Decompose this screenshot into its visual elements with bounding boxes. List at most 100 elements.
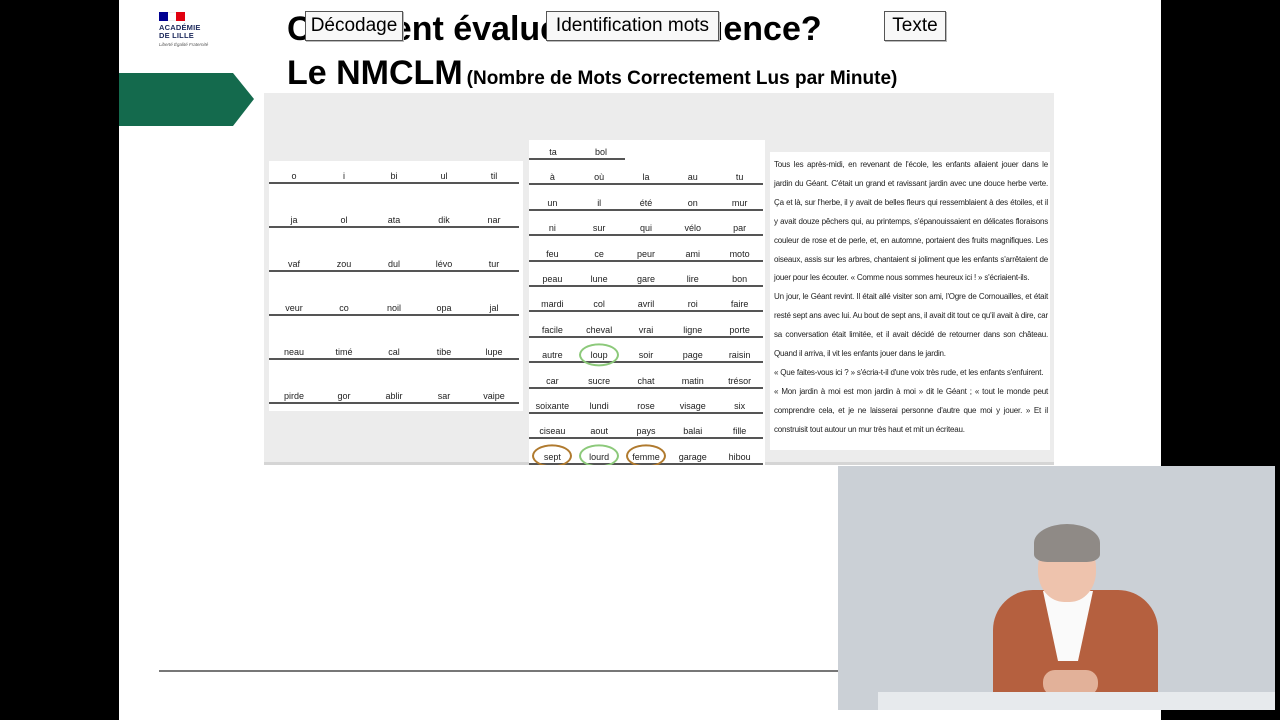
decodage-word: dik [438,215,450,225]
decodage-word: dul [387,259,400,269]
decodage-word: til [490,171,498,181]
identification-word: roi [687,299,698,310]
identification-word: loup [576,343,622,367]
decodage-list: o i bi ul til ja ol ata dik nar vaf zou dul lévo tur ve… [269,161,523,411]
decodage-word: pirde [283,391,304,401]
presenter-video [838,466,1275,710]
decodage-word: opa [436,303,452,313]
text-panel: Tous les après-midi, en revenant de l'éc… [770,152,1050,450]
identification-word: matin [681,375,704,386]
identification-row: ni sur qui vélo par [529,220,763,237]
decodage-row: neau timé cal tibe lupe [269,345,519,360]
academie-logo: ACADÉMIE DE LILLE Liberté Égalité Frater… [159,12,219,47]
identification-word: gare [636,274,655,284]
identification-word: lundi [589,401,609,411]
decodage-word: jal [489,303,499,313]
decodage-word: lupe [485,347,503,357]
french-flag-icon [159,12,186,21]
identification-word: par [733,223,747,234]
decodage-word: vaipe [483,391,505,401]
identification-row: ciseau aout pays balai fille [529,423,763,440]
decodage-word: bi [390,171,398,181]
identification-word: facile [541,324,563,335]
identification-word: peau [542,274,563,284]
identification-word: ami [685,248,701,259]
identification-word: chat [637,375,655,386]
identification-word: cheval [586,324,613,335]
decodage-word: ablir [385,391,403,401]
identification-list: ta bol à où la au tu un il été on mur ni sur qui vélo pa… [529,140,765,465]
identification-row: un il été on mur [529,195,763,211]
identification-word: femme [623,444,669,465]
identification-word: lire [686,274,699,284]
identification-word: trésor [728,375,752,386]
decodage-word: co [339,303,349,313]
identification-row: sept lourd femme garage hibou [529,444,763,465]
brown-circle-mark [625,444,666,465]
identification-word: porte [729,324,750,335]
decodage-header: Décodage [305,11,403,41]
identification-word: peur [636,248,655,259]
identification-word: rose [637,401,655,411]
identification-word: car [546,375,559,386]
identification-word: lourd [576,444,622,465]
identification-word: ta [549,147,557,157]
decodage-row: o i bi ul til [269,169,519,184]
identification-word: où [594,172,605,183]
identification-word: page [682,350,703,361]
brown-circle-mark [532,444,573,465]
identification-word: soixante [535,401,570,411]
identification-word: faire [730,299,749,310]
identification-word: visage [679,401,706,411]
identification-word: sept [529,444,575,465]
identification-word: garage [678,451,707,462]
identification-word: moto [729,248,750,259]
identification-word: pays [636,426,656,437]
identification-word: six [734,401,746,411]
identification-word: vélo [684,223,702,234]
text-paragraph: Tous les après-midi, en revenant de l'éc… [774,160,1048,283]
presenter-hair [1034,524,1100,562]
identification-word: hibou [728,451,751,462]
reading-text: Tous les après-midi, en revenant de l'éc… [774,156,1048,440]
identification-word: sur [592,223,606,234]
text-paragraph: « Mon jardin à moi est mon jardin à moi … [774,386,1048,434]
decodage-word: noil [386,303,401,313]
identification-word: balai [683,426,703,437]
identification-word: qui [639,223,652,234]
logo-motto: Liberté Égalité Fraternité [159,42,209,47]
identification-word: ce [594,248,604,259]
identification-word: col [593,299,605,310]
decodage-word: nar [487,215,501,225]
text-paragraph: « Que faites-vous ici ? » s'écria-t-il d… [774,367,1044,377]
decodage-row: ja ol ata dik nar [269,213,519,228]
identification-row: feu ce peur ami moto [529,246,763,262]
identification-row: facile cheval vrai ligne porte [529,322,763,338]
identification-row: mardi col avril roi faire [529,296,763,313]
identification-word: avril [637,299,655,310]
decodage-word: i [343,171,345,181]
identification-word: été [639,197,653,208]
decodage-word: tibe [436,347,452,357]
identification-word: bol [594,147,607,157]
identification-word: aout [590,426,608,437]
decodage-word: o [291,171,297,181]
identification-word: soir [638,350,654,361]
presenter-desk [878,692,1275,710]
identification-row: car sucre chat matin trésor [529,373,763,389]
decodage-word: cal [388,347,400,357]
identification-header: Identification mots [546,11,719,41]
identification-word: feu [546,248,559,259]
identification-word: la [642,172,650,183]
identification-word: lune [590,274,608,284]
decodage-word: timé [335,347,353,357]
decodage-row: pirde gor ablir sar vaipe [269,389,519,404]
decodage-word: tur [488,259,500,269]
identification-word: on [687,197,698,208]
text-paragraph: Un jour, le Géant revint. Il était allé … [774,292,1048,359]
identification-row: à où la au tu [529,169,763,186]
green-arrow-banner [119,73,254,126]
logo-line2: DE LILLE [159,31,194,40]
decodage-word: lévo [435,259,453,269]
identification-word: bon [732,274,748,284]
